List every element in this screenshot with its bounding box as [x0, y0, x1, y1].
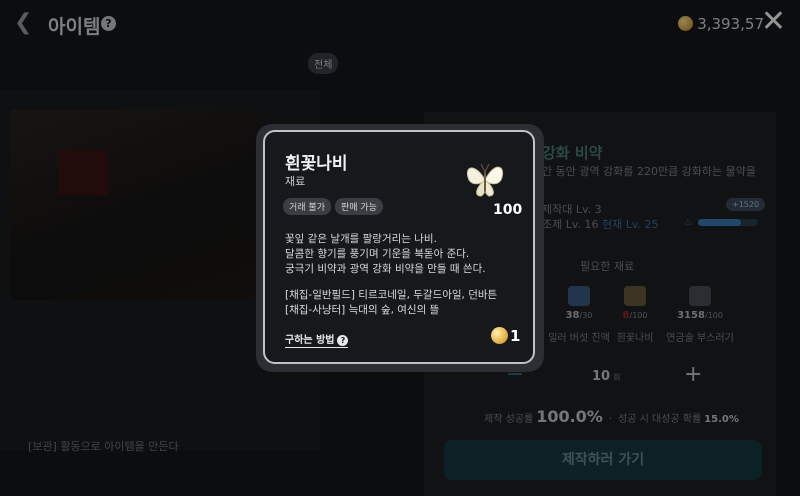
white-butterfly-icon	[467, 163, 503, 197]
item-name: 흰꽃나비	[285, 154, 348, 174]
item-description: 꽃잎 같은 날개를 팔랑거리는 나비. 달콤한 향기를 풍기며 기운을 북돋아 …	[285, 232, 525, 318]
how-to-get-link[interactable]: 구하는 방법?	[285, 331, 349, 348]
tag-untradable: 거래 불가	[283, 198, 331, 215]
item-quantity: 100	[493, 202, 523, 218]
tag-sellable: 판매 가능	[334, 198, 383, 215]
description-line: 꽃잎 같은 날개를 팔랑거리는 나비.	[285, 233, 437, 245]
acquisition-field: [채집-일반필드] 티르코네일, 두갈드아일, 던바튼	[285, 289, 498, 301]
item-category: 재료	[285, 175, 306, 188]
question-icon: ?	[337, 335, 349, 346]
item-detail-card: 흰꽃나비 재료 거래 불가 판매 가능 100 꽃잎 같은 날개를 팔랑거리는 나…	[263, 130, 535, 364]
item-tags: 거래 불가 판매 가능	[283, 195, 387, 215]
description-line: 달콤한 향기를 풍기며 기운을 북돋아 준다.	[285, 248, 470, 260]
gold-coin-icon	[491, 327, 508, 344]
acquisition-hunting: [채집-사냥터] 늑대의 숲, 여신의 뜰	[285, 304, 440, 316]
item-price: 1	[491, 327, 520, 345]
description-line: 궁극기 비약과 광역 강화 비약을 만들 때 쓴다.	[285, 263, 486, 275]
